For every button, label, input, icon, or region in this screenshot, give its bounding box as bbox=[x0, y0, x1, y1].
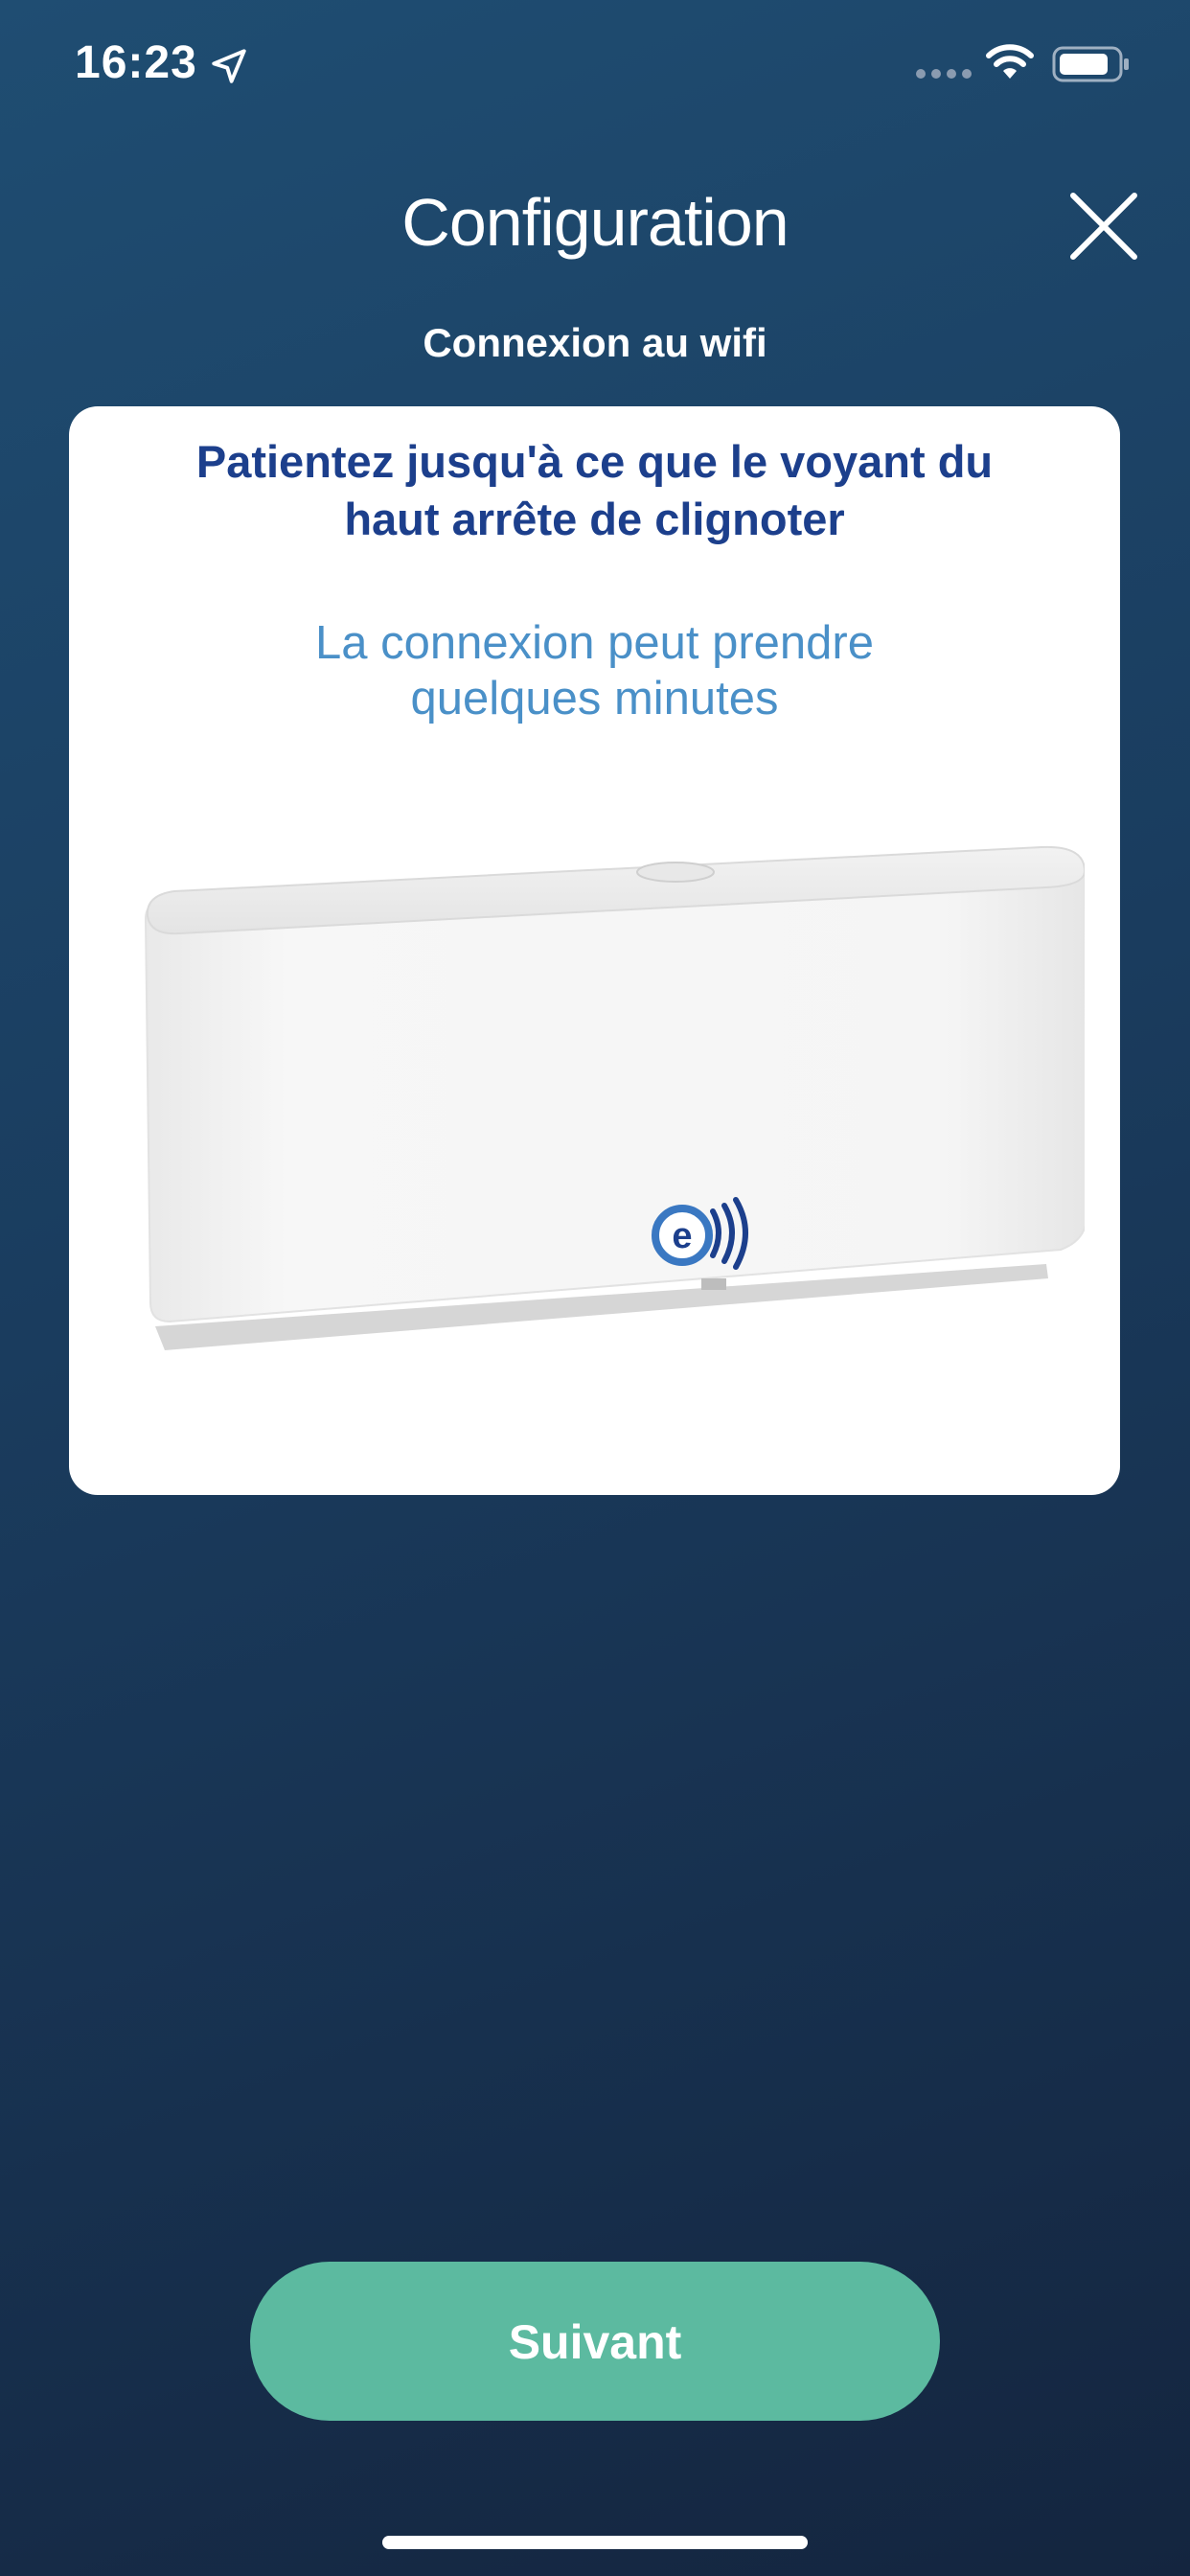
svg-text:e: e bbox=[672, 1216, 692, 1256]
header: Configuration bbox=[0, 172, 1190, 288]
close-button[interactable] bbox=[1064, 186, 1144, 266]
next-button[interactable]: Suivant bbox=[250, 2262, 940, 2421]
instruction-subtext-line1: La connexion peut prendre bbox=[315, 617, 874, 669]
instruction-heading-line2: haut arrête de clignoter bbox=[344, 494, 845, 544]
instruction-card: Patientez jusqu'à ce que le voyant du ha… bbox=[69, 406, 1120, 1495]
instruction-heading: Patientez jusqu'à ce que le voyant du ha… bbox=[126, 433, 1063, 548]
home-indicator[interactable] bbox=[382, 2536, 808, 2549]
status-time: 16:23 bbox=[75, 37, 197, 88]
status-bar: 16:23 bbox=[0, 0, 1190, 134]
cellular-signal-icon bbox=[916, 69, 972, 79]
instruction-heading-line1: Patientez jusqu'à ce que le voyant du bbox=[195, 436, 994, 487]
step-subtitle: Connexion au wifi bbox=[423, 320, 767, 365]
close-icon bbox=[1070, 193, 1137, 260]
instruction-subtext: La connexion peut prendre quelques minut… bbox=[126, 615, 1063, 726]
battery-icon bbox=[1052, 46, 1129, 82]
wifi-hub-device-image: e bbox=[144, 845, 1085, 1350]
location-arrow-icon bbox=[212, 49, 246, 83]
page-title: Configuration bbox=[401, 185, 789, 260]
wifi-icon bbox=[986, 44, 1034, 79]
instruction-subtext-line2: quelques minutes bbox=[410, 673, 779, 724]
